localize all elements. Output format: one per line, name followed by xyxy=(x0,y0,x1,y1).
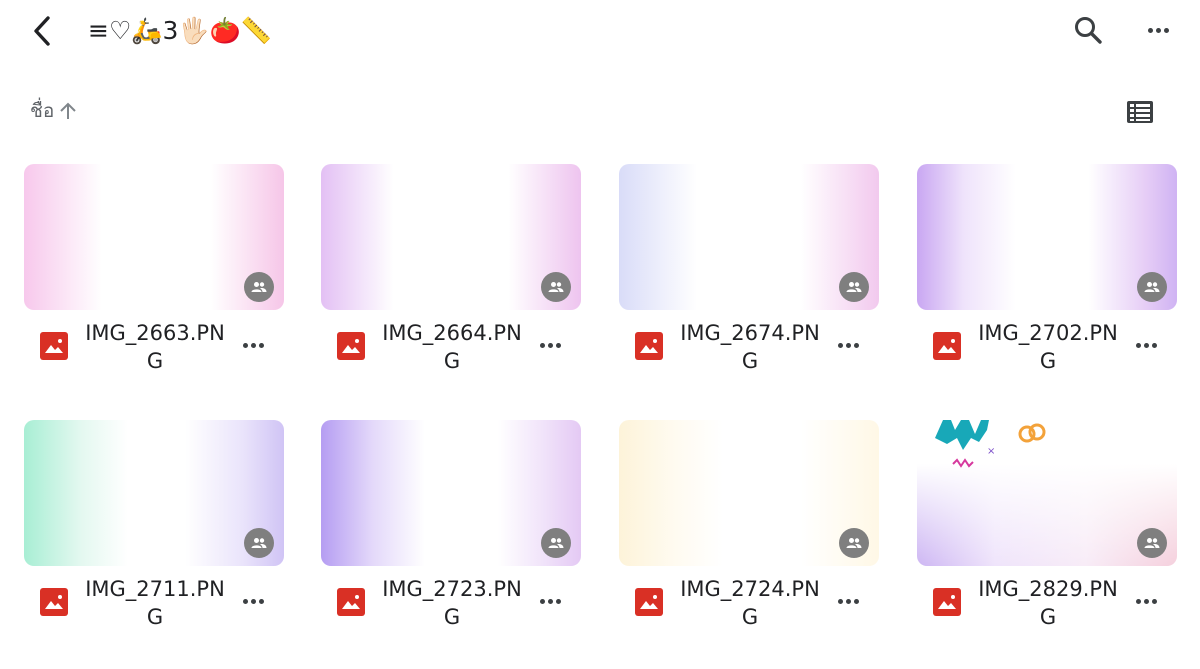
more-horizontal-icon xyxy=(539,598,561,604)
file-thumbnail[interactable] xyxy=(321,164,581,310)
file-thumbnail[interactable] xyxy=(917,164,1177,310)
file-thumbnail[interactable] xyxy=(24,164,284,310)
image-file-icon xyxy=(635,332,663,360)
file-card: IMG_2702.PNG xyxy=(917,164,1177,384)
file-card: IMG_2674.PNG xyxy=(619,164,879,384)
file-card: IMG_2711.PNG xyxy=(24,420,284,640)
file-more-button[interactable] xyxy=(533,586,567,616)
people-icon xyxy=(548,282,564,292)
file-name[interactable]: IMG_2674.PNG xyxy=(675,319,825,375)
back-button[interactable] xyxy=(26,12,58,50)
people-icon xyxy=(251,282,267,292)
file-name[interactable]: IMG_2723.PNG xyxy=(377,575,527,631)
image-file-icon xyxy=(40,588,68,616)
people-icon xyxy=(251,538,267,548)
file-more-button[interactable] xyxy=(236,330,270,360)
file-thumbnail[interactable] xyxy=(619,420,879,566)
sort-label: ชื่อ xyxy=(30,100,55,122)
image-file-icon xyxy=(40,332,68,360)
chevron-left-icon xyxy=(34,16,50,46)
people-icon xyxy=(548,538,564,548)
file-name[interactable]: IMG_2663.PNG xyxy=(80,319,230,375)
shared-badge xyxy=(1137,528,1167,558)
file-more-button[interactable] xyxy=(236,586,270,616)
sort-bar: ชื่อ xyxy=(0,88,1200,132)
list-view-icon xyxy=(1127,101,1153,123)
more-horizontal-icon xyxy=(1147,27,1169,33)
sort-by-name-button[interactable]: ชื่อ xyxy=(30,96,78,126)
file-thumbnail[interactable] xyxy=(24,420,284,566)
shared-badge xyxy=(541,272,571,302)
file-thumbnail[interactable]: × xyxy=(917,420,1177,566)
shared-badge xyxy=(244,272,274,302)
file-thumbnail[interactable] xyxy=(321,420,581,566)
more-options-button[interactable] xyxy=(1138,10,1178,50)
file-more-button[interactable] xyxy=(1129,586,1163,616)
file-name[interactable]: IMG_2724.PNG xyxy=(675,575,825,631)
more-horizontal-icon xyxy=(1135,598,1157,604)
file-card: × IMG_2829.PNG xyxy=(917,420,1177,640)
people-icon xyxy=(1144,282,1160,292)
more-horizontal-icon xyxy=(539,342,561,348)
arrow-up-icon xyxy=(60,102,77,119)
file-name[interactable]: IMG_2664.PNG xyxy=(377,319,527,375)
shared-badge xyxy=(1137,272,1167,302)
more-horizontal-icon xyxy=(837,598,859,604)
search-button[interactable] xyxy=(1068,10,1108,50)
shared-badge xyxy=(244,528,274,558)
file-card: IMG_2724.PNG xyxy=(619,420,879,640)
shared-badge xyxy=(839,528,869,558)
image-file-icon xyxy=(933,332,961,360)
people-icon xyxy=(846,282,862,292)
more-horizontal-icon xyxy=(242,342,264,348)
top-bar: ≡♡🛵3🖐🏻🍅📏 xyxy=(0,0,1200,64)
people-icon xyxy=(846,538,862,548)
shared-badge xyxy=(839,272,869,302)
file-thumbnail[interactable] xyxy=(619,164,879,310)
more-horizontal-icon xyxy=(1135,342,1157,348)
more-horizontal-icon xyxy=(242,598,264,604)
file-more-button[interactable] xyxy=(533,330,567,360)
list-view-button[interactable] xyxy=(1120,92,1160,132)
decoration-graphic: × xyxy=(935,420,1046,468)
search-icon xyxy=(1075,17,1102,44)
file-more-button[interactable] xyxy=(831,330,865,360)
image-file-icon xyxy=(635,588,663,616)
image-file-icon xyxy=(337,588,365,616)
file-more-button[interactable] xyxy=(1129,330,1163,360)
file-name[interactable]: IMG_2829.PNG xyxy=(973,575,1123,631)
shared-badge xyxy=(541,528,571,558)
file-name[interactable]: IMG_2711.PNG xyxy=(80,575,230,631)
image-file-icon xyxy=(933,588,961,616)
file-card: IMG_2723.PNG xyxy=(321,420,581,640)
folder-title: ≡♡🛵3🖐🏻🍅📏 xyxy=(88,16,272,45)
image-file-icon xyxy=(337,332,365,360)
people-icon xyxy=(1144,538,1160,548)
more-horizontal-icon xyxy=(837,342,859,348)
file-more-button[interactable] xyxy=(831,586,865,616)
file-name[interactable]: IMG_2702.PNG xyxy=(973,319,1123,375)
file-card: IMG_2664.PNG xyxy=(321,164,581,384)
svg-text:×: × xyxy=(987,446,995,457)
file-card: IMG_2663.PNG xyxy=(24,164,284,384)
